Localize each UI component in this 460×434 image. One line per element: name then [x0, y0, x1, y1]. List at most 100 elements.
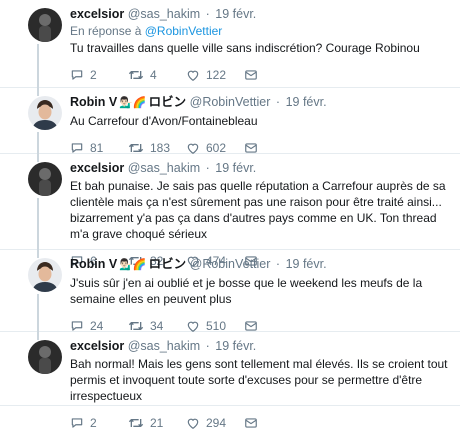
name-katakana: ロビン	[148, 95, 187, 109]
tweet-text: J'suis sûr j'en ai oublié et je bosse qu…	[70, 276, 423, 306]
thread-line	[37, 198, 39, 250]
thread-line	[37, 154, 39, 162]
retweet-button[interactable]: 4	[128, 68, 186, 82]
separator-dot: ·	[205, 161, 210, 175]
tweet[interactable]: excelsior @sas_hakim · 19 févr. Bah norm…	[0, 332, 460, 430]
timestamp[interactable]: 19 févr.	[286, 257, 327, 271]
reply-button[interactable]: 2	[70, 416, 128, 430]
dm-icon	[245, 321, 257, 331]
display-name[interactable]: Robin V	[70, 257, 117, 271]
username[interactable]: @RobinVettier	[190, 257, 271, 271]
username[interactable]: @RobinVettier	[190, 95, 271, 109]
thread-line	[37, 332, 39, 340]
avatar[interactable]	[28, 96, 62, 130]
reply-icon	[71, 70, 83, 80]
thread-line	[37, 250, 39, 258]
thread-line	[37, 88, 39, 96]
avatar-man-image	[28, 96, 62, 130]
dm-icon	[245, 143, 257, 153]
tweet[interactable]: Robin V 💁🏻‍♂️🌈 ロビン @RobinVettier · 19 févr…	[0, 88, 460, 155]
reply-button[interactable]: 24	[70, 319, 128, 333]
reply-count: 24	[90, 319, 104, 333]
like-button[interactable]: 294	[186, 416, 244, 430]
name-katakana: ロビン	[148, 257, 187, 271]
like-button[interactable]: 122	[186, 68, 244, 82]
tweet[interactable]: excelsior @sas_hakim · 19 févr. En répon…	[0, 0, 460, 88]
tweet-header: Robin V 💁🏻‍♂️🌈 ロビン @RobinVettier · 19 févr…	[70, 256, 450, 273]
like-count: 122	[206, 68, 227, 82]
timestamp[interactable]: 19 févr.	[215, 339, 256, 353]
retweet-count: 34	[150, 319, 164, 333]
reply-count: 2	[90, 416, 97, 430]
username[interactable]: @sas_hakim	[128, 339, 200, 353]
like-button[interactable]: 602	[186, 141, 244, 155]
like-icon	[187, 321, 199, 332]
dm-button[interactable]	[244, 68, 264, 82]
thread-line	[37, 294, 39, 332]
tweet-actions: 2 21 294	[70, 412, 450, 434]
name-emoji: 💁🏻‍♂️🌈	[119, 97, 147, 109]
retweet-count: 21	[150, 416, 164, 430]
timestamp[interactable]: 19 févr.	[286, 95, 327, 109]
tweet-text: Tu travailles dans quelle ville sans ind…	[70, 41, 420, 55]
tweet[interactable]: Robin V 💁🏻‍♂️🌈 ロビン @RobinVettier · 19 févr…	[0, 250, 460, 333]
reply-icon	[71, 143, 83, 153]
avatar-dark-image	[28, 162, 62, 196]
retweet-icon	[128, 321, 144, 330]
thread-line	[37, 44, 39, 88]
separator-dot: ·	[275, 95, 281, 109]
name-emoji: 💁🏻‍♂️🌈	[119, 259, 147, 271]
display-name[interactable]: excelsior	[70, 339, 124, 353]
reply-mention-link[interactable]: @RobinVettier	[145, 24, 223, 38]
separator-dot: ·	[205, 7, 210, 21]
reply-icon	[71, 321, 83, 331]
display-name[interactable]: excelsior	[70, 7, 124, 21]
tweet-text: Au Carrefour d'Avon/Fontainebleau	[70, 114, 258, 128]
avatar[interactable]	[28, 162, 62, 196]
avatar[interactable]	[28, 8, 62, 42]
avatar-dark-image	[28, 340, 62, 374]
username[interactable]: @sas_hakim	[128, 161, 200, 175]
thread-line	[37, 132, 39, 154]
reply-context: En réponse à @RobinVettier	[70, 24, 450, 38]
like-icon	[187, 143, 199, 154]
reply-icon	[71, 418, 83, 428]
retweet-icon	[128, 418, 144, 427]
tweet-header: Robin V 💁🏻‍♂️🌈 ロビン @RobinVettier · 19 févr…	[70, 94, 450, 111]
reply-count: 2	[90, 68, 97, 82]
reply-button[interactable]: 2	[70, 68, 128, 82]
separator-dot: ·	[205, 339, 210, 353]
dm-button[interactable]	[244, 416, 264, 430]
retweet-count: 183	[150, 141, 171, 155]
tweet-actions: 2 4 122	[70, 64, 450, 86]
dm-icon	[245, 70, 257, 80]
reply-count: 81	[90, 141, 104, 155]
tweet-header: excelsior @sas_hakim · 19 févr.	[70, 160, 450, 176]
avatar[interactable]	[28, 258, 62, 292]
retweet-button[interactable]: 21	[128, 416, 186, 430]
tweet[interactable]: excelsior @sas_hakim · 19 févr. Et bah p…	[0, 154, 460, 268]
username[interactable]: @sas_hakim	[128, 7, 200, 21]
like-icon	[187, 418, 199, 429]
avatar-dark-image	[28, 8, 62, 42]
reply-button[interactable]: 81	[70, 141, 128, 155]
dm-icon	[245, 418, 257, 428]
tweet-text: Bah normal! Mais les gens sont tellement…	[70, 357, 448, 403]
avatar-man-image	[28, 258, 62, 292]
dm-button[interactable]	[244, 319, 264, 333]
separator-dot: ·	[275, 257, 281, 271]
timestamp[interactable]: 19 févr.	[215, 161, 256, 175]
retweet-button[interactable]: 183	[128, 141, 186, 155]
retweet-count: 4	[150, 68, 157, 82]
display-name[interactable]: excelsior	[70, 161, 124, 175]
avatar[interactable]	[28, 340, 62, 374]
like-count: 510	[206, 319, 227, 333]
timestamp[interactable]: 19 févr.	[215, 7, 256, 21]
display-name[interactable]: Robin V	[70, 95, 117, 109]
retweet-button[interactable]: 34	[128, 319, 186, 333]
like-button[interactable]: 510	[186, 319, 244, 333]
dm-button[interactable]	[244, 141, 264, 155]
like-count: 294	[206, 416, 227, 430]
reply-prefix: En réponse à	[70, 24, 142, 38]
tweet-header: excelsior @sas_hakim · 19 févr.	[70, 338, 450, 354]
